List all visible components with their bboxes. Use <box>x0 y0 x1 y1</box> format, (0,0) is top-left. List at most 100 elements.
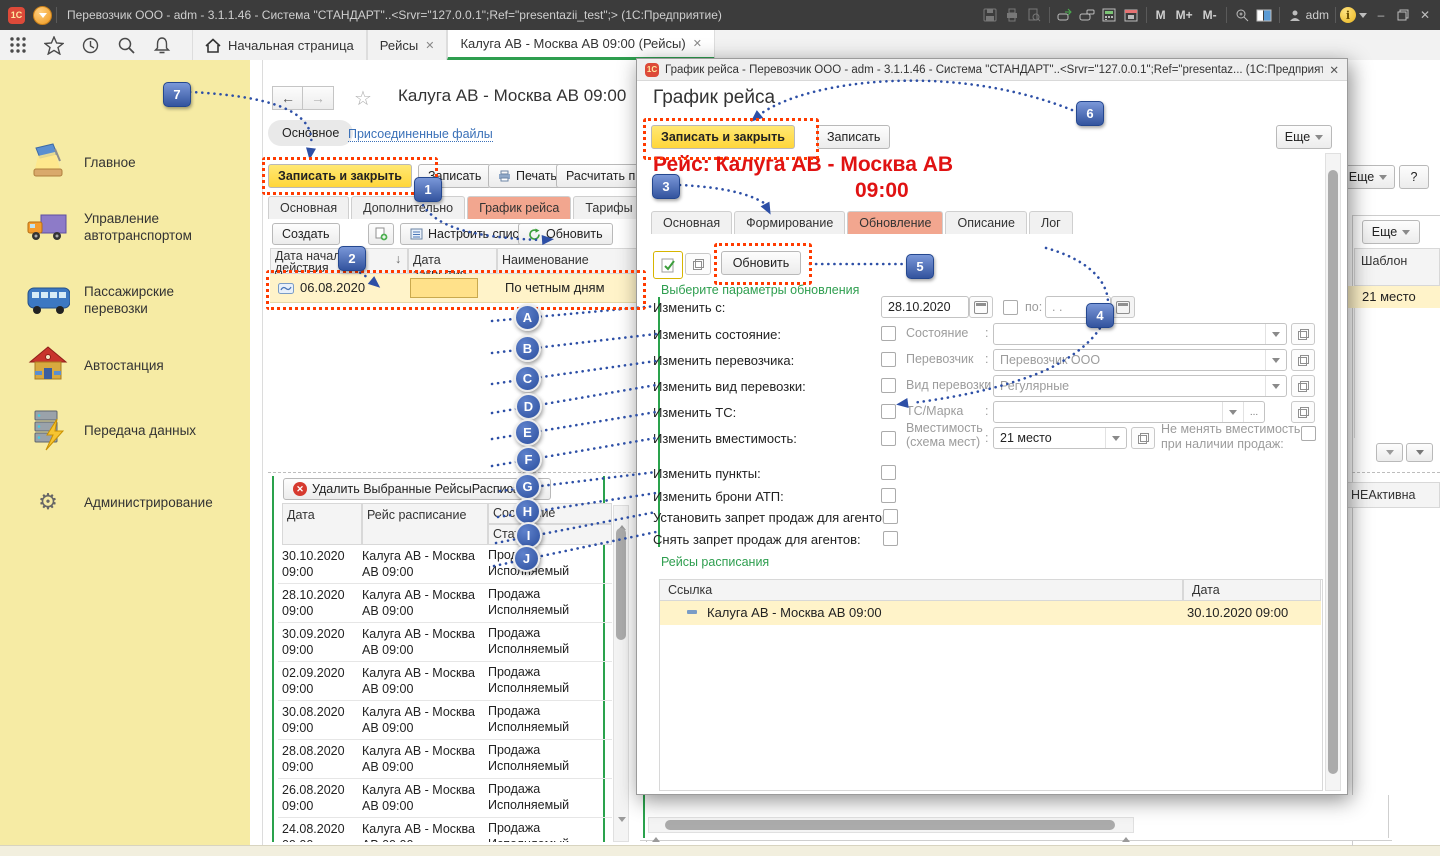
forward-button[interactable]: → <box>302 86 334 110</box>
tab-log[interactable]: Лог <box>1029 211 1073 234</box>
memory-button[interactable]: M <box>1151 8 1171 22</box>
zoom-icon[interactable] <box>1231 5 1253 25</box>
tab-forming[interactable]: Формирование <box>734 211 845 234</box>
open-button[interactable] <box>1291 375 1315 397</box>
sidebar-item-passenger[interactable]: Пассажирские перевозки <box>0 278 250 322</box>
date-to-checkbox[interactable] <box>1003 300 1018 315</box>
calculator-icon[interactable] <box>1098 5 1120 25</box>
save-close-button[interactable]: Записать и закрыть <box>268 164 412 188</box>
check-all-button[interactable] <box>653 251 683 279</box>
set-ban-checkbox[interactable] <box>883 509 898 524</box>
table-row[interactable]: 30.10.2020 09:00 Калуга АВ - Москва АВ 0… <box>278 545 612 584</box>
sidebar-item-main[interactable]: Главное <box>0 140 250 184</box>
ts-checkbox[interactable] <box>881 404 896 419</box>
home-tab[interactable]: Начальная страница <box>192 30 367 60</box>
tab-trips[interactable]: Рейсы ✕ <box>367 30 448 60</box>
table-row[interactable]: 28.08.2020 09:00 Калуга АВ - Москва АВ 0… <box>278 740 612 779</box>
tab-additional[interactable]: Дополнительно <box>351 196 465 219</box>
unset-ban-checkbox[interactable] <box>883 531 898 546</box>
open-button[interactable] <box>1291 323 1315 345</box>
capacity-checkbox[interactable] <box>881 431 896 446</box>
table-row[interactable]: 02.09.2020 09:00 Калуга АВ - Москва АВ 0… <box>278 662 612 701</box>
dialog-close-button[interactable]: ✕ <box>1329 63 1339 77</box>
ellipsis-button[interactable]: ... <box>1243 402 1264 422</box>
scrollbar-thumb[interactable] <box>1328 170 1338 774</box>
more-button[interactable]: Еще <box>1341 165 1395 189</box>
move-bottom-button[interactable] <box>1406 443 1433 462</box>
state-combo[interactable] <box>993 323 1287 345</box>
kind-checkbox[interactable] <box>881 378 896 393</box>
move-down-button[interactable] <box>1376 443 1403 462</box>
notifications-bell-icon[interactable] <box>144 30 180 60</box>
tab-main[interactable]: Основная <box>651 211 732 234</box>
sidebar-item-transport-management[interactable]: Управление автотранспортом <box>0 205 250 249</box>
dialog-scrollbar[interactable] <box>1325 153 1341 791</box>
kind-combo[interactable]: Регулярные <box>993 375 1287 397</box>
open-button[interactable] <box>1291 401 1315 423</box>
template-column-header[interactable]: Шаблон <box>1354 248 1440 286</box>
print-preview-icon[interactable] <box>1023 5 1045 25</box>
help-button[interactable]: ? <box>1399 165 1429 189</box>
state-checkbox[interactable] <box>881 326 896 341</box>
dialog-refresh-button[interactable]: Обновить <box>721 251 801 275</box>
info-icon[interactable]: i <box>1340 7 1356 23</box>
search-icon[interactable] <box>108 30 144 60</box>
dialog-col-date[interactable]: Дата <box>1183 579 1321 601</box>
close-button[interactable]: ✕ <box>1414 5 1436 25</box>
scroll-down-icon[interactable] <box>618 817 626 837</box>
tab-description[interactable]: Описание <box>945 211 1027 234</box>
sidebar-item-data-transfer[interactable]: Передача данных <box>0 408 250 452</box>
print-icon[interactable] <box>1001 5 1023 25</box>
tab-trip-schedule[interactable]: График рейса <box>467 196 571 219</box>
calendar-icon[interactable] <box>1120 5 1142 25</box>
dialog-more-button[interactable]: Еще <box>1276 125 1332 149</box>
schedule-col-name[interactable]: Наименование <box>497 248 640 274</box>
template-row[interactable]: 21 место <box>1348 286 1440 308</box>
capacity-combo[interactable]: 21 место <box>993 427 1127 449</box>
keep-capacity-checkbox[interactable] <box>1301 426 1316 441</box>
ts-combo[interactable]: ... <box>993 401 1265 423</box>
delete-selected-button[interactable]: ✕ Удалить Выбранные РейсыРасписание <box>283 478 551 500</box>
dialog-col-link[interactable]: Ссылка <box>659 579 1183 601</box>
go-to-link-icon[interactable] <box>1054 5 1076 25</box>
trips-col-state[interactable]: Состояние <box>488 503 612 524</box>
trips-col-date[interactable]: Дата <box>282 503 362 545</box>
refresh-button[interactable]: Обновить <box>518 223 613 245</box>
scrollbar-thumb[interactable] <box>665 820 1115 830</box>
carrier-checkbox[interactable] <box>881 352 896 367</box>
trips-table-body[interactable]: 30.10.2020 09:00 Калуга АВ - Москва АВ 0… <box>278 545 612 842</box>
points-checkbox[interactable] <box>881 465 896 480</box>
memory-minus-button[interactable]: M- <box>1198 8 1222 22</box>
uncheck-all-button[interactable] <box>685 253 711 275</box>
back-button[interactable]: ← <box>272 86 304 110</box>
create-button[interactable]: Создать <box>272 223 340 245</box>
trips-scrollbar[interactable] <box>613 505 629 842</box>
schedule-row[interactable]: 06.08.2020 По четным дням <box>270 274 640 303</box>
trips-col-status[interactable]: Статус <box>488 524 612 545</box>
table-row[interactable]: 30.08.2020 09:00 Калуга АВ - Москва АВ 0… <box>278 701 612 740</box>
schedule-row-close-cell[interactable] <box>410 278 478 298</box>
atp-checkbox[interactable] <box>881 488 896 503</box>
more-button-2[interactable]: Еще <box>1362 220 1420 244</box>
scroll-up-icon[interactable] <box>618 510 626 530</box>
dialog-save-close-button[interactable]: Записать и закрыть <box>651 125 795 149</box>
table-row[interactable]: 24.08.2020 09:00 Калуга АВ - Москва АВ 0… <box>278 818 612 842</box>
copy-item-button[interactable] <box>368 223 394 245</box>
table-row[interactable]: 28.10.2020 09:00 Калуга АВ - Москва АВ 0… <box>278 584 612 623</box>
carrier-combo[interactable]: Перевозчик ООО <box>993 349 1287 371</box>
calendar-button-disabled[interactable] <box>1111 296 1135 318</box>
attached-files-link[interactable]: Присоединенные файлы <box>348 126 493 141</box>
tab-update[interactable]: Обновление <box>847 211 943 234</box>
restore-button[interactable] <box>1392 5 1414 25</box>
tab-tariffs[interactable]: Тарифы <box>573 196 644 219</box>
calendar-button[interactable] <box>969 296 993 318</box>
nav-chip-main[interactable]: Основное <box>268 120 353 146</box>
menu-grid-icon[interactable] <box>0 30 36 60</box>
save-icon[interactable] <box>979 5 1001 25</box>
split-view-icon[interactable] <box>1253 5 1275 25</box>
main-menu-button[interactable] <box>33 6 52 25</box>
tab-route-active[interactable]: Калуга АВ - Москва АВ 09:00 (Рейсы) ✕ <box>447 30 714 60</box>
scrollbar-thumb[interactable] <box>616 528 626 640</box>
sidebar-item-station[interactable]: Автостанция <box>0 343 250 387</box>
history-icon[interactable] <box>72 30 108 60</box>
